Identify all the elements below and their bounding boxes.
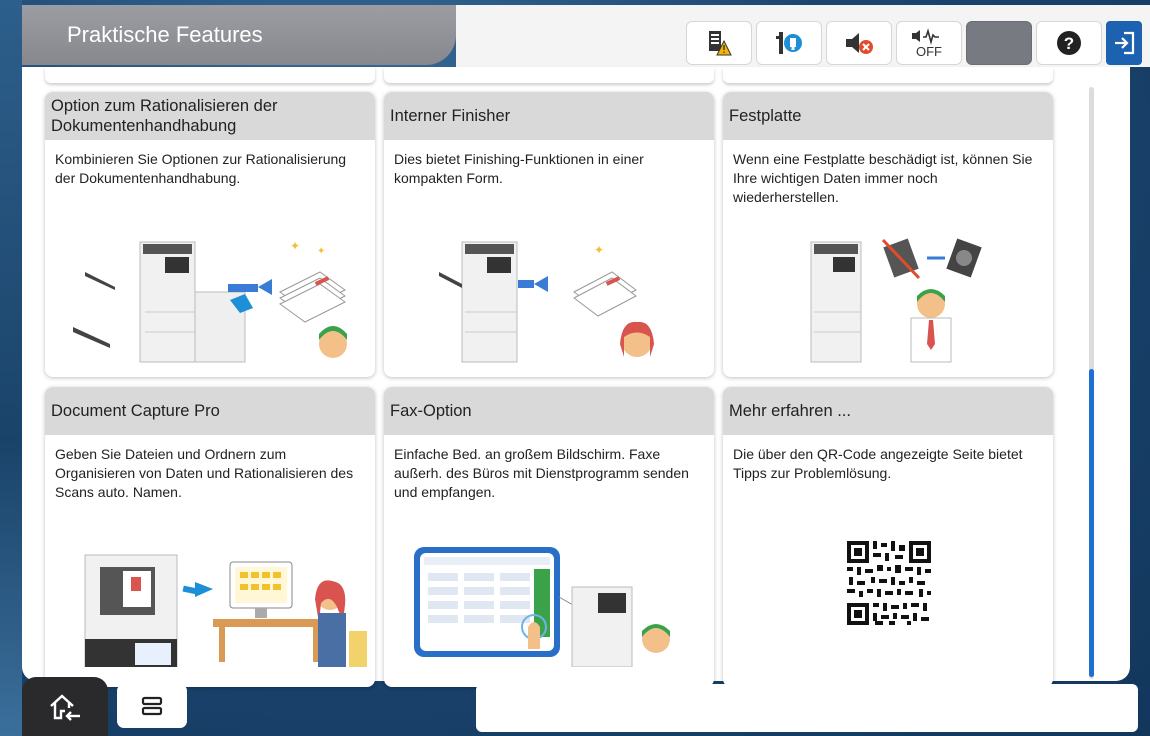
feature-card-document-capture-pro[interactable]: Document Capture Pro Geben Sie Dateien u… [45, 387, 375, 687]
page-title: Praktische Features [67, 22, 263, 47]
card-description: Wenn eine Festplatte beschädigt ist, kön… [733, 151, 1033, 205]
card-title: Mehr erfahren ... [723, 387, 1053, 435]
scrollbar[interactable] [1089, 87, 1094, 679]
logout-button[interactable] [1106, 21, 1142, 65]
sleep-button[interactable] [966, 21, 1032, 65]
network-status-icon [776, 32, 802, 54]
feature-card-internal-finisher[interactable]: Interner Finisher Dies bietet Finishing-… [384, 92, 714, 377]
card-description: Kombinieren Sie Optionen zur Rationalisi… [55, 151, 347, 186]
sleep-moon-icon [991, 32, 1002, 54]
sound-off-button[interactable]: OFF [896, 21, 962, 65]
qr-code-image [847, 541, 931, 625]
card-title: Festplatte [723, 92, 1053, 140]
card-title: Interner Finisher [384, 92, 714, 140]
hard-disk-illustration [810, 238, 982, 363]
card-description: Dies bietet Finishing-Funktionen in eine… [394, 151, 644, 186]
scrollbar-thumb[interactable] [1089, 369, 1094, 677]
supply-warning-icon [709, 31, 732, 56]
printer-with-options-illustration: ✦ ✦ [73, 239, 347, 363]
sound-off-icon: OFF [912, 28, 942, 59]
job-status-icon [141, 696, 163, 716]
card-description: Geben Sie Dateien und Ordnern zum Organi… [55, 446, 354, 500]
card-title: Fax-Option [384, 387, 714, 435]
help-button[interactable]: ? [1036, 21, 1102, 65]
feature-card-document-handling[interactable]: Option zum Rationalisieren der Dokumente… [45, 92, 375, 377]
svg-text:✦: ✦ [317, 246, 325, 257]
printer-finisher-illustration: ✦ [439, 241, 654, 363]
card-peek [45, 67, 375, 83]
home-button[interactable] [22, 677, 108, 736]
network-status-button[interactable] [756, 21, 822, 65]
feature-card-learn-more[interactable]: Mehr erfahren ... Die über den QR-Code a… [723, 387, 1053, 687]
fax-touchscreen-illustration [414, 547, 670, 667]
card-description: Einfache Bed. an großem Bildschirm. Faxe… [394, 446, 689, 500]
mute-icon [846, 33, 873, 54]
card-peek [384, 67, 714, 83]
help-icon: ? [1057, 31, 1081, 55]
job-status-button[interactable] [117, 684, 187, 728]
status-message-area [476, 684, 1138, 732]
page-title-tab: Praktische Features [22, 5, 456, 65]
features-panel: Option zum Rationalisieren der Dokumente… [22, 67, 1130, 687]
card-title: Document Capture Pro [45, 387, 375, 435]
feature-card-hard-disk[interactable]: Festplatte Wenn eine Festplatte beschädi… [723, 92, 1053, 377]
background-edge [0, 0, 22, 736]
supply-status-button[interactable] [686, 21, 752, 65]
logout-icon [1115, 31, 1135, 55]
card-description: Die über den QR-Code angezeigte Seite bi… [733, 446, 1023, 481]
help-label: ? [1064, 34, 1074, 53]
mute-button[interactable] [826, 21, 892, 65]
card-title: Option zum Rationalisieren der Dokumente… [45, 92, 375, 140]
sound-off-label: OFF [916, 44, 942, 59]
svg-text:✦: ✦ [594, 243, 604, 257]
svg-text:✦: ✦ [290, 239, 300, 253]
card-peek [723, 67, 1053, 83]
header-toolbar: OFF ? [456, 5, 1150, 67]
feature-card-fax-option[interactable]: Fax-Option Einfache Bed. an großem Bilds… [384, 387, 714, 687]
document-capture-illustration [84, 554, 367, 667]
home-icon [50, 693, 80, 721]
